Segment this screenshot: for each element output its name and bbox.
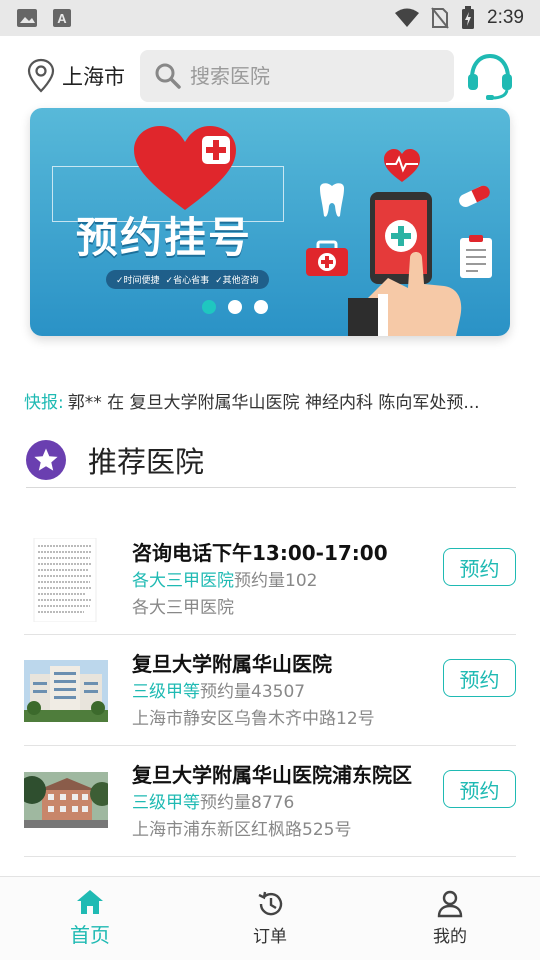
book-button[interactable]: 预约 (443, 548, 516, 586)
hospital-thumbnail (24, 537, 108, 623)
tooth-icon (320, 183, 344, 217)
search-icon (155, 63, 181, 89)
booking-count: 102 (285, 571, 318, 591)
no-sim-icon (431, 7, 449, 29)
banner-tag: ✓省心省事 (165, 276, 210, 286)
banner-pagination (30, 300, 510, 314)
home-icon (77, 890, 103, 914)
promo-banner[interactable]: 预约挂号 ✓时间便捷 ✓省心省事 ✓其他咨询 (30, 108, 510, 336)
location-selector[interactable]: 上海市 (26, 58, 125, 94)
booking-label: 预约量 (234, 571, 285, 591)
pagination-dot-active[interactable] (202, 300, 216, 314)
font-notification-icon: A (53, 9, 71, 27)
tab-label: 我的 (433, 927, 467, 947)
hospital-list-item[interactable]: 复旦大学附属华山医院浦东院区 三级甲等预约量8776 上海市浦东新区红枫路525… (18, 746, 516, 857)
hospital-list-item[interactable]: 咨询电话下午13:00-17:00 各大三甲医院预约量102 各大三甲医院 预约 (24, 524, 516, 635)
pagination-dot[interactable] (228, 300, 242, 314)
status-bar: A 2:39 (0, 0, 540, 36)
banner-tag: ✓时间便捷 (116, 276, 160, 286)
clock: 2:39 (487, 7, 524, 28)
hospital-address: 上海市浦东新区红枫路525号 (132, 820, 352, 840)
booking-count: 8776 (251, 793, 295, 813)
hospital-list: 咨询电话下午13:00-17:00 各大三甲医院预约量102 各大三甲医院 预约… (18, 524, 516, 857)
hospital-address: 各大三甲医院 (132, 598, 234, 618)
hospital-level: 三级甲等 (132, 682, 200, 702)
heartbeat-icon (384, 149, 420, 182)
ticker-label: 快报: (24, 393, 64, 413)
star-badge (26, 439, 66, 480)
book-button[interactable]: 预约 (443, 770, 516, 808)
location-pin-icon (27, 58, 55, 93)
star-icon (34, 448, 58, 471)
search-input[interactable] (190, 64, 430, 88)
tab-label: 订单 (253, 927, 287, 947)
banner-title: 预约挂号 (76, 213, 253, 262)
hospital-level: 三级甲等 (132, 793, 200, 813)
clipboard-icon (460, 235, 492, 278)
headset-icon (468, 53, 512, 100)
city-label: 上海市 (62, 65, 125, 89)
search-box[interactable] (140, 50, 454, 102)
section-title: 推荐医院 (88, 444, 205, 479)
news-ticker[interactable]: 快报: 郭** 在 复旦大学附属华山医院 神经内科 陈向军处预... (24, 388, 524, 413)
hospital-thumbnail (24, 649, 108, 733)
ticker-text: 郭** 在 复旦大学附属华山医院 神经内科 陈向军处预... (67, 393, 480, 413)
booking-label: 预约量 (200, 793, 251, 813)
pagination-dot[interactable] (254, 300, 268, 314)
image-notification-icon (17, 9, 37, 27)
customer-service-button[interactable] (464, 50, 516, 102)
person-icon (437, 890, 463, 918)
hospital-level: 各大三甲医院 (132, 571, 234, 591)
battery-charging-icon (462, 6, 475, 29)
recommended-hospitals-header: 推荐医院 (26, 432, 516, 488)
history-icon (258, 891, 283, 916)
tab-label: 首页 (70, 923, 110, 947)
hospital-name: 复旦大学附属华山医院浦东院区 (132, 763, 412, 787)
banner-tags: ✓时间便捷 ✓省心省事 ✓其他咨询 (106, 270, 269, 289)
hospital-name: 复旦大学附属华山医院 (132, 652, 332, 676)
hospital-list-item[interactable]: 复旦大学附属华山医院 三级甲等预约量43507 上海市静安区乌鲁木齐中路12号 … (24, 635, 516, 746)
booking-count: 43507 (251, 682, 306, 702)
first-aid-kit-icon (306, 240, 348, 276)
wifi-icon (395, 8, 420, 27)
hospital-name: 咨询电话下午13:00-17:00 (132, 541, 388, 565)
pill-icon (459, 185, 490, 207)
hospital-address: 上海市静安区乌鲁木齐中路12号 (132, 709, 375, 729)
tab-orders[interactable]: 订单 (180, 877, 360, 960)
hospital-thumbnail (18, 760, 114, 844)
heart-icon (134, 126, 236, 210)
header: 上海市 (0, 36, 540, 116)
tab-home[interactable]: 首页 (0, 877, 180, 960)
banner-tag: ✓其他咨询 (215, 276, 259, 286)
svg-text:A: A (57, 11, 67, 26)
book-button[interactable]: 预约 (443, 659, 516, 697)
booking-label: 预约量 (200, 682, 251, 702)
bottom-navigation: 首页 订单 我的 (0, 876, 540, 960)
tab-profile[interactable]: 我的 (360, 877, 540, 960)
